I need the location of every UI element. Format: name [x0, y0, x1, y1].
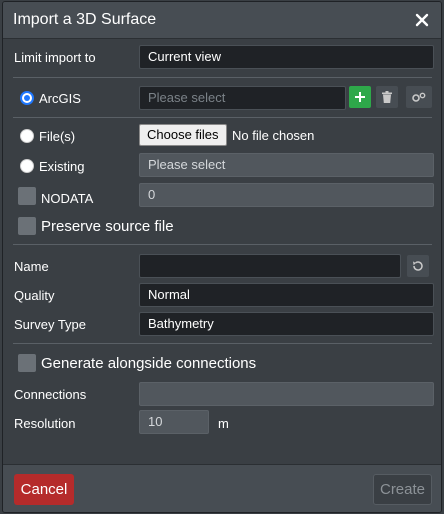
choose-files-button[interactable]: Choose files: [139, 124, 227, 146]
generate-connections-label: Generate alongside connections: [41, 355, 257, 372]
reset-name-button[interactable]: [407, 255, 429, 277]
generate-connections-checkbox[interactable]: [18, 354, 36, 372]
survey-type-select[interactable]: Bathymetry: [139, 312, 434, 336]
file-status: No file chosen: [232, 128, 315, 143]
nodata-input[interactable]: 0: [139, 183, 434, 207]
limit-import-label: Limit import to: [14, 50, 96, 65]
connections-input[interactable]: [139, 382, 434, 406]
import-3d-surface-dialog: Import a 3D Surface Limit import to Curr…: [2, 1, 442, 513]
survey-type-label: Survey Type: [14, 317, 87, 332]
files-radio[interactable]: [20, 129, 34, 143]
existing-radio[interactable]: [20, 159, 34, 173]
create-button[interactable]: Create: [373, 474, 432, 505]
settings-button[interactable]: [406, 86, 432, 108]
existing-label: Existing: [39, 159, 85, 174]
connections-label: Connections: [14, 387, 87, 402]
add-button[interactable]: [349, 86, 371, 108]
preserve-checkbox[interactable]: [18, 217, 36, 235]
arcgis-radio[interactable]: [20, 91, 34, 105]
gears-icon: [412, 92, 426, 102]
arcgis-label: ArcGIS: [39, 91, 81, 106]
quality-select[interactable]: Normal: [139, 283, 434, 307]
limit-import-select[interactable]: Current view: [139, 45, 434, 69]
dialog-title: Import a 3D Surface: [13, 11, 157, 28]
nodata-label: NODATA: [41, 191, 94, 206]
existing-select[interactable]: Please select: [139, 153, 434, 177]
trash-icon: [382, 91, 392, 103]
dialog-footer: Cancel Create: [3, 464, 441, 512]
cancel-button[interactable]: Cancel: [14, 474, 74, 505]
plus-icon: [355, 92, 365, 102]
arcgis-select[interactable]: Please select: [139, 86, 346, 110]
files-label: File(s): [39, 129, 76, 144]
resolution-unit: m: [218, 416, 229, 431]
delete-button[interactable]: [376, 86, 398, 108]
refresh-icon: [413, 261, 423, 271]
separator: [13, 244, 432, 245]
nodata-checkbox[interactable]: [18, 187, 36, 205]
separator: [13, 117, 432, 118]
name-input[interactable]: [139, 254, 401, 278]
separator: [13, 77, 432, 78]
resolution-input[interactable]: 10: [139, 410, 209, 434]
close-icon[interactable]: [413, 11, 431, 29]
preserve-label: Preserve source file: [41, 218, 174, 235]
resolution-label: Resolution: [14, 416, 76, 431]
name-label: Name: [14, 259, 49, 274]
quality-label: Quality: [14, 288, 55, 303]
separator: [13, 343, 432, 344]
dialog-titlebar: Import a 3D Surface: [3, 2, 441, 39]
